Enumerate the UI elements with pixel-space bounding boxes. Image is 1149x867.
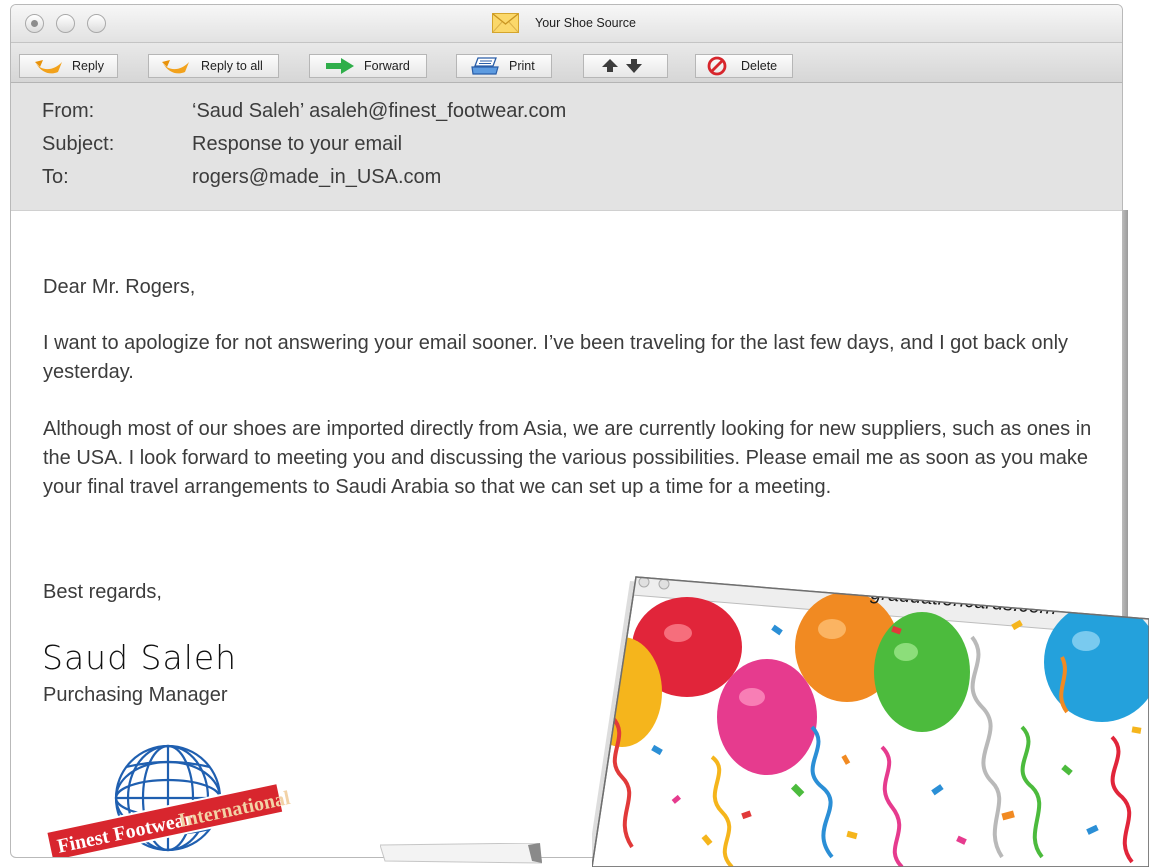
forward-arrow-icon <box>326 58 354 74</box>
subject-label: Subject: <box>42 133 115 155</box>
print-label: Print <box>509 59 535 73</box>
envelope-icon <box>492 13 519 33</box>
to-value[interactable]: rogers@made_in_USA.com <box>192 166 441 189</box>
popup-close-button[interactable] <box>618 575 630 586</box>
minimize-window-button[interactable] <box>56 14 75 33</box>
signer-title: Purchasing Manager <box>43 684 228 706</box>
closing: Best regards, <box>43 581 162 603</box>
print-button[interactable]: Print <box>456 54 552 78</box>
subject-value: Response to your email <box>192 133 403 155</box>
reply-all-label: Reply to all <box>201 59 263 73</box>
previous-message-arrow-icon[interactable] <box>601 58 619 74</box>
forward-label: Forward <box>364 59 410 73</box>
delete-label: Delete <box>741 59 778 73</box>
popup-zoom-button[interactable] <box>658 578 670 590</box>
message-header: From: ‘Saud Saleh’ asaleh@finest_footwea… <box>11 83 1122 211</box>
greeting: Dear Mr. Rogers, <box>43 276 196 298</box>
reply-label: Reply <box>72 59 104 73</box>
to-label: To: <box>42 166 69 188</box>
forward-button[interactable]: Forward <box>309 54 427 78</box>
next-message-arrow-icon[interactable] <box>625 58 643 74</box>
zoom-window-button[interactable] <box>87 14 106 33</box>
window-title-group: Your Shoe Source <box>492 11 636 35</box>
from-label: From: <box>42 100 95 122</box>
printer-icon <box>471 57 499 75</box>
close-window-button[interactable] <box>25 14 44 33</box>
graduation-card-popup[interactable]: graduationcards.com <box>592 567 1149 867</box>
title-bar: Your Shoe Source <box>11 5 1122 43</box>
from-value[interactable]: ‘Saud Saleh’ asaleh@finest_footwear.com <box>192 100 566 123</box>
delete-button[interactable]: Delete <box>695 54 793 78</box>
toolbar: Reply Reply to all Forward Print Delete <box>11 43 1122 83</box>
sheet-curl <box>380 843 542 864</box>
handwritten-signature: Saud Saleh <box>42 638 238 677</box>
reply-all-arrow-icon <box>162 60 189 74</box>
paragraph-1: I want to apologize for not answering yo… <box>43 332 1069 383</box>
window-title: Your Shoe Source <box>535 16 637 30</box>
prohibited-icon <box>707 56 727 76</box>
paragraph-2: Although most of our shoes are imported … <box>43 418 1092 498</box>
reply-all-button[interactable]: Reply to all <box>148 54 279 78</box>
reply-arrow-icon <box>35 60 62 74</box>
reply-button[interactable]: Reply <box>19 54 118 78</box>
navigation-arrows <box>583 54 668 78</box>
company-logo: Finest Footwear International <box>45 744 291 857</box>
